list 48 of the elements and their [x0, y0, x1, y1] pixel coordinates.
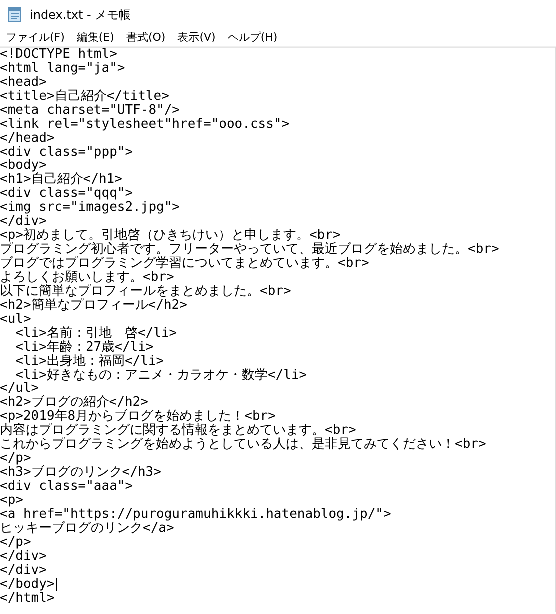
code-line: <p>2019年8月からブログを始めました！<br>	[0, 410, 276, 424]
notepad-icon	[8, 7, 22, 23]
code-line: <title>自己紹介</title>	[0, 90, 170, 104]
code-line: <div class="aaa">	[0, 480, 134, 494]
menu-item[interactable]: 表示(V)	[174, 30, 224, 44]
code-line: ブログではプログラミング学習についてまとめています。<br>	[0, 257, 370, 272]
code-line: <li>出身地：福岡</li>	[14, 354, 164, 369]
code-line: <ul>	[0, 312, 32, 327]
code-line: </p>	[0, 452, 32, 466]
code-line: <h2>ブログの紹介</h2>	[0, 396, 148, 410]
code-line: 以下に簡単なプロフィールをまとめました。<br>	[0, 284, 292, 299]
menu-item[interactable]: ファイル(F)	[2, 30, 73, 44]
code-line: <a href="https://puroguramuhikkki.hatenablog.jp/">	[0, 508, 392, 522]
code-line: <li>名前：引地 啓</li>	[14, 326, 178, 341]
code-line: <li>年齢：27歳</li>	[14, 340, 154, 355]
window-title: index.txt - メモ帳	[30, 6, 132, 24]
code-line: <link rel="stylesheet"href="ooo.css">	[0, 118, 290, 132]
code-line: </html>	[0, 592, 55, 606]
code-line: これからプログラミングを始めようとしている人は、是非見てみてください！<br>	[0, 438, 486, 452]
code-line: <p>	[0, 494, 24, 508]
code-line: <div class="qqq">	[0, 187, 134, 202]
code-line: <li>好きなもの：アニメ・カラオケ・数学</li>	[16, 368, 308, 383]
code-line: <p>初めまして。引地啓（ひきちけい）と申します。<br>	[0, 229, 341, 244]
code-line: <meta charset="UTF-8"/>	[0, 104, 180, 118]
menu-item[interactable]: ヘルプ(H)	[224, 30, 286, 44]
code-line: <head>	[0, 76, 47, 90]
menu-item[interactable]: 編集(E)	[72, 30, 122, 44]
code-line: </head>	[0, 132, 55, 146]
code-line: <html lang="ja">	[0, 62, 126, 76]
code-line: プログラミング初心者です。フリーターやっていて、最近ブログを始めました。<br>	[0, 243, 500, 258]
code-line: 内容はプログラミングに関する情報をまとめています。<br>	[0, 424, 356, 438]
code-line: <h1>自己紹介</h1>	[0, 173, 122, 188]
text-editor[interactable]	[0, 47, 556, 612]
code-line: </p>	[0, 536, 32, 550]
code-line: <!DOCTYPE html>	[0, 48, 118, 62]
code-line: </body>	[0, 578, 55, 592]
code-line: よろしくお願いします。<br>	[0, 270, 174, 285]
code-line: <body>	[0, 159, 47, 174]
code-line: <h2>簡単なプロフィール</h2>	[0, 298, 188, 313]
code-line: </div>	[0, 564, 47, 578]
code-line: </div>	[0, 550, 47, 564]
code-line: <h3>ブログのリンク</h3>	[0, 466, 162, 480]
code-line: </div>	[0, 215, 47, 230]
menu-item[interactable]: 書式(O)	[122, 30, 174, 44]
code-line: ヒッキーブログのリンク</a>	[0, 522, 174, 536]
code-line: <div class="ppp">	[0, 146, 134, 160]
code-line: </ul>	[0, 382, 40, 396]
code-line: <img src="images2.jpg">	[0, 201, 180, 216]
